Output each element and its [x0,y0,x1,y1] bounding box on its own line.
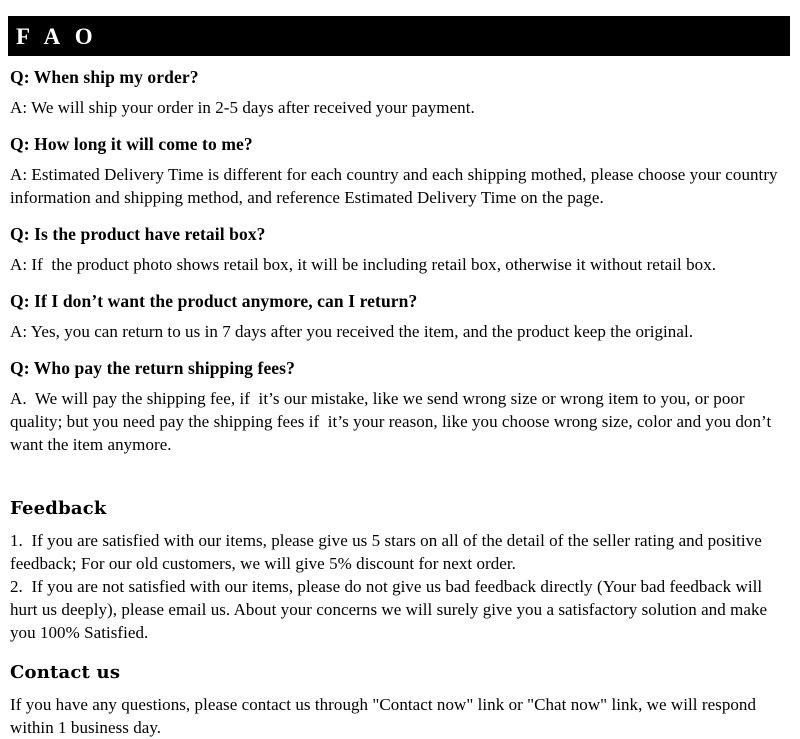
faq-question: Q: How long it will come to me? [10,134,253,154]
faq-item: Q: When ship my order? A: We will ship y… [10,66,792,119]
page-title: F A O [16,23,98,49]
contact-heading: Contact us [10,662,121,683]
faq-item: Q: How long it will come to me? A: Estim… [10,133,792,209]
faq-answer: A: If the product photo shows retail box… [10,255,717,274]
faq-answer: A: Estimated Delivery Time is different … [10,165,782,207]
page-header-banner: F A O [8,16,790,56]
feedback-section: Feedback 1. If you are satisfied with ou… [10,498,792,644]
feedback-heading: Feedback [10,498,107,519]
faq-item: Q: Who pay the return shipping fees? A. … [10,357,792,456]
feedback-item-1: 1. If you are satisfied with our items, … [10,531,767,573]
faq-page: F A O Q: When ship my order? A: We will … [0,0,800,737]
faq-answer: A: Yes, you can return to us in 7 days a… [10,322,694,341]
contact-section: Contact us If you have any questions, pl… [10,662,792,739]
faq-question: Q: Who pay the return shipping fees? [10,358,295,378]
faq-content: Q: When ship my order? A: We will ship y… [10,66,792,739]
faq-answer: A: We will ship your order in 2-5 days a… [10,98,475,117]
faq-item: Q: If I don’t want the product anymore, … [10,290,792,343]
faq-item: Q: Is the product have retail box? A: If… [10,223,792,276]
faq-question: Q: If I don’t want the product anymore, … [10,291,418,311]
feedback-item-2: 2. If you are not satisfied with our ite… [10,577,772,642]
faq-answer: A. We will pay the shipping fee, if it’s… [10,389,776,454]
faq-question: Q: When ship my order? [10,67,199,87]
faq-question: Q: Is the product have retail box? [10,224,266,244]
